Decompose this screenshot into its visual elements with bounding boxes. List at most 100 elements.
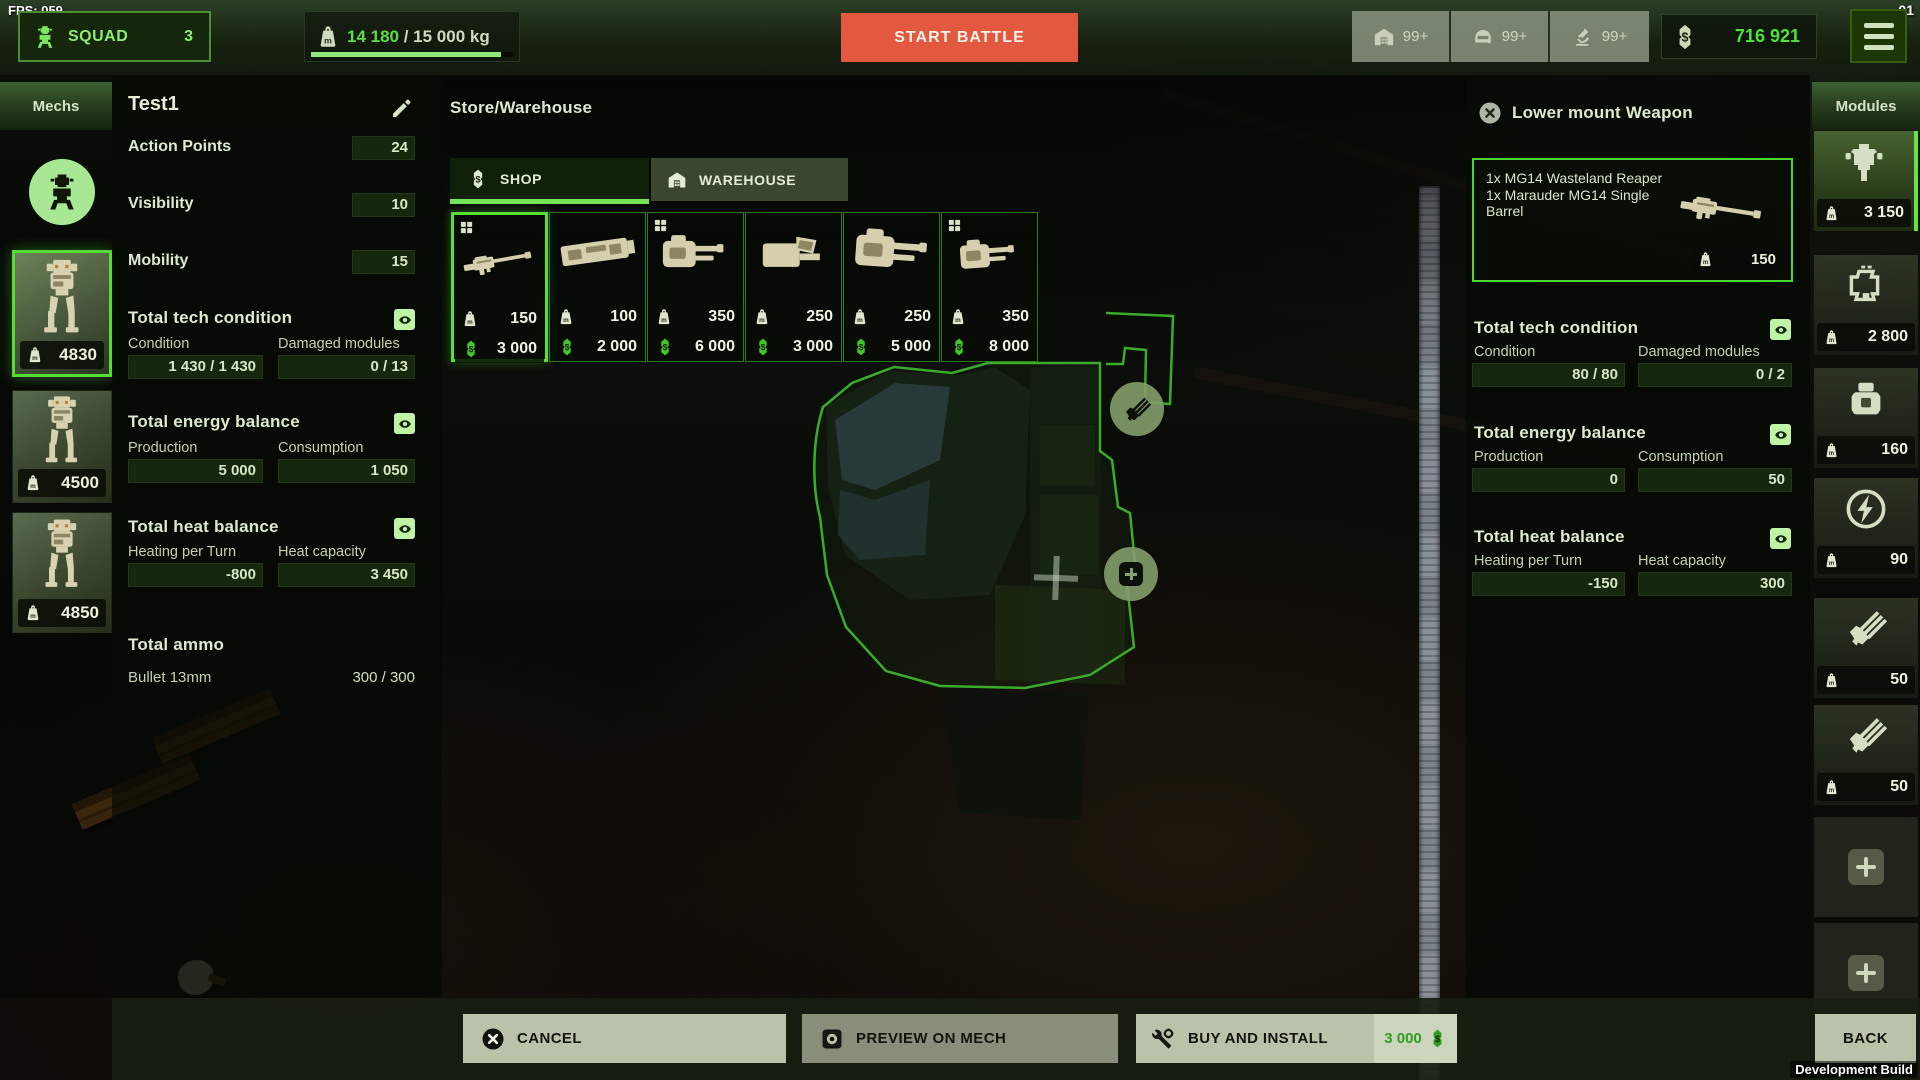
eye-icon [398, 313, 412, 327]
upper-mount-badge[interactable] [1110, 382, 1164, 436]
weight-icon [1824, 330, 1839, 345]
top-bar: FPS: 059 01 SQUAD 3 14 180 / 15 000 kg S… [0, 0, 1920, 80]
module-weight-chip: 50 [1817, 773, 1915, 801]
col-value: 80 / 80 [1472, 363, 1625, 387]
weapon-image [658, 231, 730, 277]
module-slot[interactable]: 2 800 [1814, 255, 1918, 355]
warehouse-stock-button[interactable]: 99+ [1352, 11, 1451, 62]
selected-item-box[interactable]: 1x MG14 Wasteland Reaper 1x Marauder MG1… [1472, 158, 1793, 282]
game-screen: FPS: 059 01 SQUAD 3 14 180 / 15 000 kg S… [0, 0, 1920, 1080]
eye-icon [1774, 532, 1788, 546]
mech-selection-outline [814, 363, 1136, 688]
module-slot[interactable]: 160 [1814, 368, 1918, 468]
module-slot[interactable]: 50 [1814, 705, 1918, 805]
tab-warehouse[interactable]: WAREHOUSE [651, 158, 848, 201]
toggle-visibility-button[interactable] [1770, 319, 1791, 340]
col-label: Heat capacity [1638, 553, 1726, 569]
toggle-visibility-button[interactable] [394, 309, 415, 330]
ammo-count: 300 / 300 [292, 669, 415, 686]
money-display: 716 921 [1661, 14, 1817, 59]
col-label: Heating per Turn [1474, 553, 1582, 569]
store-item-card[interactable]: 350 8 000 [941, 212, 1038, 362]
weight-progress-fill [311, 52, 501, 57]
mech-thumbnail [34, 257, 90, 339]
weight-icon [1824, 673, 1839, 688]
mech-weight-chip: 4850 [18, 599, 106, 627]
mount-slot-panel: Lower mount Weapon 1x MG14 Wasteland Rea… [1466, 75, 1810, 998]
buy-and-install-button[interactable]: BUY AND INSTALL 3 000 [1136, 1014, 1457, 1063]
money-value: 716 921 [1735, 26, 1806, 47]
cancel-button[interactable]: CANCEL [463, 1014, 786, 1063]
item-price-row: 3 000 [455, 335, 544, 363]
tab-modules[interactable]: Modules [1812, 82, 1920, 130]
toggle-visibility-button[interactable] [1770, 424, 1791, 445]
weapon-image [848, 222, 936, 282]
mech-list-item[interactable]: 4500 [12, 390, 112, 503]
preview-on-mech-button[interactable]: PREVIEW ON MECH [802, 1014, 1118, 1063]
tab-label: SHOP [500, 171, 542, 187]
mech-list-item[interactable]: 4830 [12, 250, 112, 377]
start-battle-button[interactable]: START BATTLE [841, 13, 1078, 62]
weapon-image [955, 233, 1022, 278]
mech-list-item[interactable]: 4850 [12, 512, 112, 633]
minigun-icon [1844, 713, 1888, 757]
col-value: 50 [1638, 468, 1792, 492]
col-value: 0 / 13 [278, 355, 415, 379]
toggle-visibility-button[interactable] [394, 518, 415, 539]
store-title: Store/Warehouse [450, 98, 592, 118]
item-price-row: 2 000 [551, 333, 644, 361]
price-icon [656, 338, 674, 356]
col-label: Condition [128, 336, 189, 352]
item-weight-row: 150 [455, 305, 544, 333]
research-button[interactable]: 99+ [1550, 11, 1649, 62]
store-item-card[interactable]: 350 6 000 [647, 212, 744, 362]
add-module-icon[interactable] [1848, 955, 1884, 991]
item-price-row: 3 000 [747, 333, 840, 361]
col-value: -150 [1472, 572, 1625, 596]
module-slot-empty[interactable] [1814, 817, 1918, 917]
add-module-icon[interactable] [1848, 849, 1884, 885]
weight-capacity-display: 14 180 / 15 000 kg [304, 11, 520, 62]
price-icon [462, 340, 480, 358]
pilots-button[interactable]: 99+ [1451, 11, 1550, 62]
eye-icon [398, 417, 412, 431]
menu-button[interactable] [1850, 9, 1907, 63]
store-item-card[interactable]: 250 3 000 [745, 212, 842, 362]
col-label: Consumption [278, 440, 363, 456]
rename-mech-button[interactable] [390, 96, 414, 120]
mech-weight-chip: 4830 [20, 341, 104, 369]
weight-icon [1698, 252, 1713, 267]
item-price-row: 5 000 [845, 333, 938, 361]
store-item-card[interactable]: 150 3 000 [451, 212, 548, 362]
buy-main: BUY AND INSTALL [1136, 1014, 1374, 1063]
tab-shop[interactable]: SHOP [450, 158, 649, 204]
store-item-card[interactable]: 250 5 000 [843, 212, 940, 362]
toggle-visibility-button[interactable] [394, 413, 415, 434]
modules-rail: Modules 3 150 2 800 160 [1812, 75, 1920, 998]
close-slot-button[interactable] [1478, 101, 1502, 125]
menu-icon [1864, 23, 1894, 28]
tab-label: WAREHOUSE [699, 172, 796, 188]
resource-count: 99+ [1602, 28, 1627, 45]
module-weight-chip: 50 [1817, 666, 1915, 694]
module-slot[interactable]: 50 [1814, 598, 1918, 698]
store-item-card[interactable]: 100 2 000 [549, 212, 646, 362]
minigun-icon [1122, 394, 1152, 424]
weight-icon [1824, 443, 1839, 458]
toggle-visibility-button[interactable] [1770, 528, 1791, 549]
backpack-icon [1843, 376, 1889, 422]
squad-button[interactable]: SQUAD 3 [18, 11, 211, 62]
research-icon [1572, 26, 1594, 48]
stat-value: 15 [352, 250, 415, 274]
eye-icon [1774, 428, 1788, 442]
module-slot[interactable]: 90 [1814, 478, 1918, 578]
section-title: Total heat balance [128, 517, 279, 537]
add-mount-badge[interactable] [1104, 547, 1158, 601]
cancel-x-icon [481, 1027, 505, 1051]
item-weight-row: 100 [551, 303, 644, 331]
tab-mechs[interactable]: Mechs [0, 82, 112, 130]
weight-icon [656, 309, 672, 325]
module-slot[interactable]: 3 150 [1814, 131, 1918, 231]
col-value: 5 000 [128, 459, 263, 483]
back-button[interactable]: BACK [1815, 1014, 1916, 1063]
